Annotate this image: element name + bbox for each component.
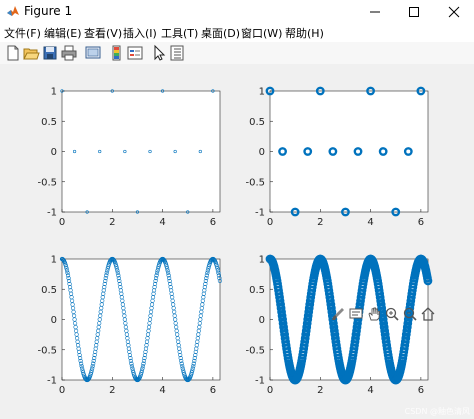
y-tick-label: 0.5 — [41, 117, 57, 128]
menu-desktop[interactable]: 桌面(D) — [201, 25, 240, 41]
x-tick-label: 2 — [109, 385, 115, 396]
y-tick-label: -1 — [47, 376, 57, 387]
y-tick-label: -0.5 — [245, 345, 265, 356]
y-tick-label: 0 — [51, 147, 57, 158]
menu-file[interactable]: 文件(F) — [4, 25, 41, 41]
x-tick-label: 4 — [367, 217, 373, 228]
menu-view[interactable]: 查看(V) — [84, 25, 122, 41]
subplot-2: 10.50-0.5-10 2 4 6 — [245, 87, 429, 228]
y-tick-label: -0.5 — [37, 177, 57, 188]
axes-box — [61, 90, 221, 213]
close-icon — [448, 6, 460, 17]
y-tick-label: 1 — [51, 87, 57, 98]
x-tick-label: 6 — [210, 385, 216, 396]
y-tick-label: -0.5 — [37, 345, 57, 356]
subplot-3: 10.50-0.5-10 2 4 6 — [37, 255, 223, 396]
x-tick-label: 0 — [59, 217, 65, 228]
x-tick-label: 6 — [418, 385, 424, 396]
brush-icon[interactable] — [330, 306, 346, 322]
x-tick-label: 0 — [267, 217, 273, 228]
x-tick-label: 2 — [317, 385, 323, 396]
new-figure-icon[interactable] — [4, 44, 22, 62]
x-tick-label: 6 — [210, 217, 216, 228]
axes-toolbar — [330, 306, 440, 324]
zoom-out-icon[interactable] — [402, 306, 418, 322]
y-tick-label: 0.5 — [249, 285, 265, 296]
subplot-4: 10.50-0.5-10 2 4 6 — [245, 255, 433, 396]
menu-tools[interactable]: 工具(T) — [161, 25, 198, 41]
y-tick-label: -0.5 — [245, 177, 265, 188]
pan-hand-icon[interactable] — [366, 306, 382, 322]
menu-bar: 文件(F) 编辑(E) 查看(V) 插入(I) 工具(T) 桌面(D) 窗口(W… — [0, 23, 474, 42]
x-tick-label: 2 — [317, 217, 323, 228]
menu-window[interactable]: 窗口(W) — [241, 25, 282, 41]
close-button[interactable] — [436, 0, 472, 23]
x-tick-label: 0 — [59, 385, 65, 396]
legend-icon[interactable] — [126, 44, 144, 62]
menu-insert[interactable]: 插入(I) — [123, 25, 157, 41]
maximize-button[interactable] — [396, 0, 432, 23]
title-bar[interactable]: Figure 1 — [0, 0, 474, 23]
y-tick-label: 1 — [51, 255, 57, 266]
menu-help[interactable]: 帮助(H) — [285, 25, 324, 41]
y-tick-label: -1 — [255, 376, 265, 387]
x-tick-label: 4 — [159, 385, 165, 396]
save-icon[interactable] — [41, 44, 59, 62]
y-tick-label: -1 — [47, 208, 57, 219]
watermark-text: CSDN @釉色清风 — [404, 407, 470, 416]
y-tick-label: 0.5 — [249, 117, 265, 128]
minimize-button[interactable] — [357, 0, 393, 23]
y-tick-label: 0 — [259, 315, 265, 326]
y-tick-label: 1 — [259, 87, 265, 98]
y-tick-label: 0 — [51, 315, 57, 326]
minimize-icon — [370, 11, 380, 12]
open-file-icon[interactable] — [22, 44, 40, 62]
y-tick-label: 0 — [259, 147, 265, 158]
figure-toolbar — [0, 42, 474, 65]
y-tick-label: -1 — [255, 208, 265, 219]
maximize-icon — [409, 6, 419, 17]
x-tick-label: 2 — [109, 217, 115, 228]
subplot-1: 10.50-0.5-10 2 4 6 — [37, 87, 221, 228]
edit-plot-arrow-icon[interactable] — [150, 44, 168, 62]
figure-window: Figure 1 文件(F) 编辑(E) 查看(V) 插入(I) 工具(T) 桌… — [0, 0, 474, 419]
zoom-in-icon[interactable] — [384, 306, 400, 322]
print-icon[interactable] — [60, 44, 78, 62]
matlab-logo-icon — [7, 6, 19, 16]
figure-canvas: 1 0.5 0 -0.5 -1 0 2 4 6 1 0.5 0 -0.5 -1 0 2 4 6 1 0.5 0 -0.5-… — [0, 64, 474, 419]
y-tick-label: 0.5 — [41, 285, 57, 296]
subplot-grid: 10.50-0.5-10 2 4 610.50-0.5-10 2 4 610.50-0.5-… — [37, 87, 433, 396]
menu-edit[interactable]: 编辑(E) — [44, 25, 82, 41]
property-inspector-icon[interactable] — [168, 44, 186, 62]
window-title: Figure 1 — [24, 4, 73, 18]
x-tick-label: 4 — [367, 385, 373, 396]
x-tick-label: 0 — [267, 385, 273, 396]
restore-view-home-icon[interactable] — [420, 306, 436, 322]
colorbar-icon[interactable] — [108, 44, 126, 62]
data-tips-icon[interactable] — [348, 306, 364, 322]
y-tick-label: 1 — [259, 255, 265, 266]
axes-box — [61, 258, 221, 381]
x-tick-label: 6 — [418, 217, 424, 228]
x-tick-label: 4 — [159, 217, 165, 228]
link-plot-icon[interactable] — [84, 44, 102, 62]
